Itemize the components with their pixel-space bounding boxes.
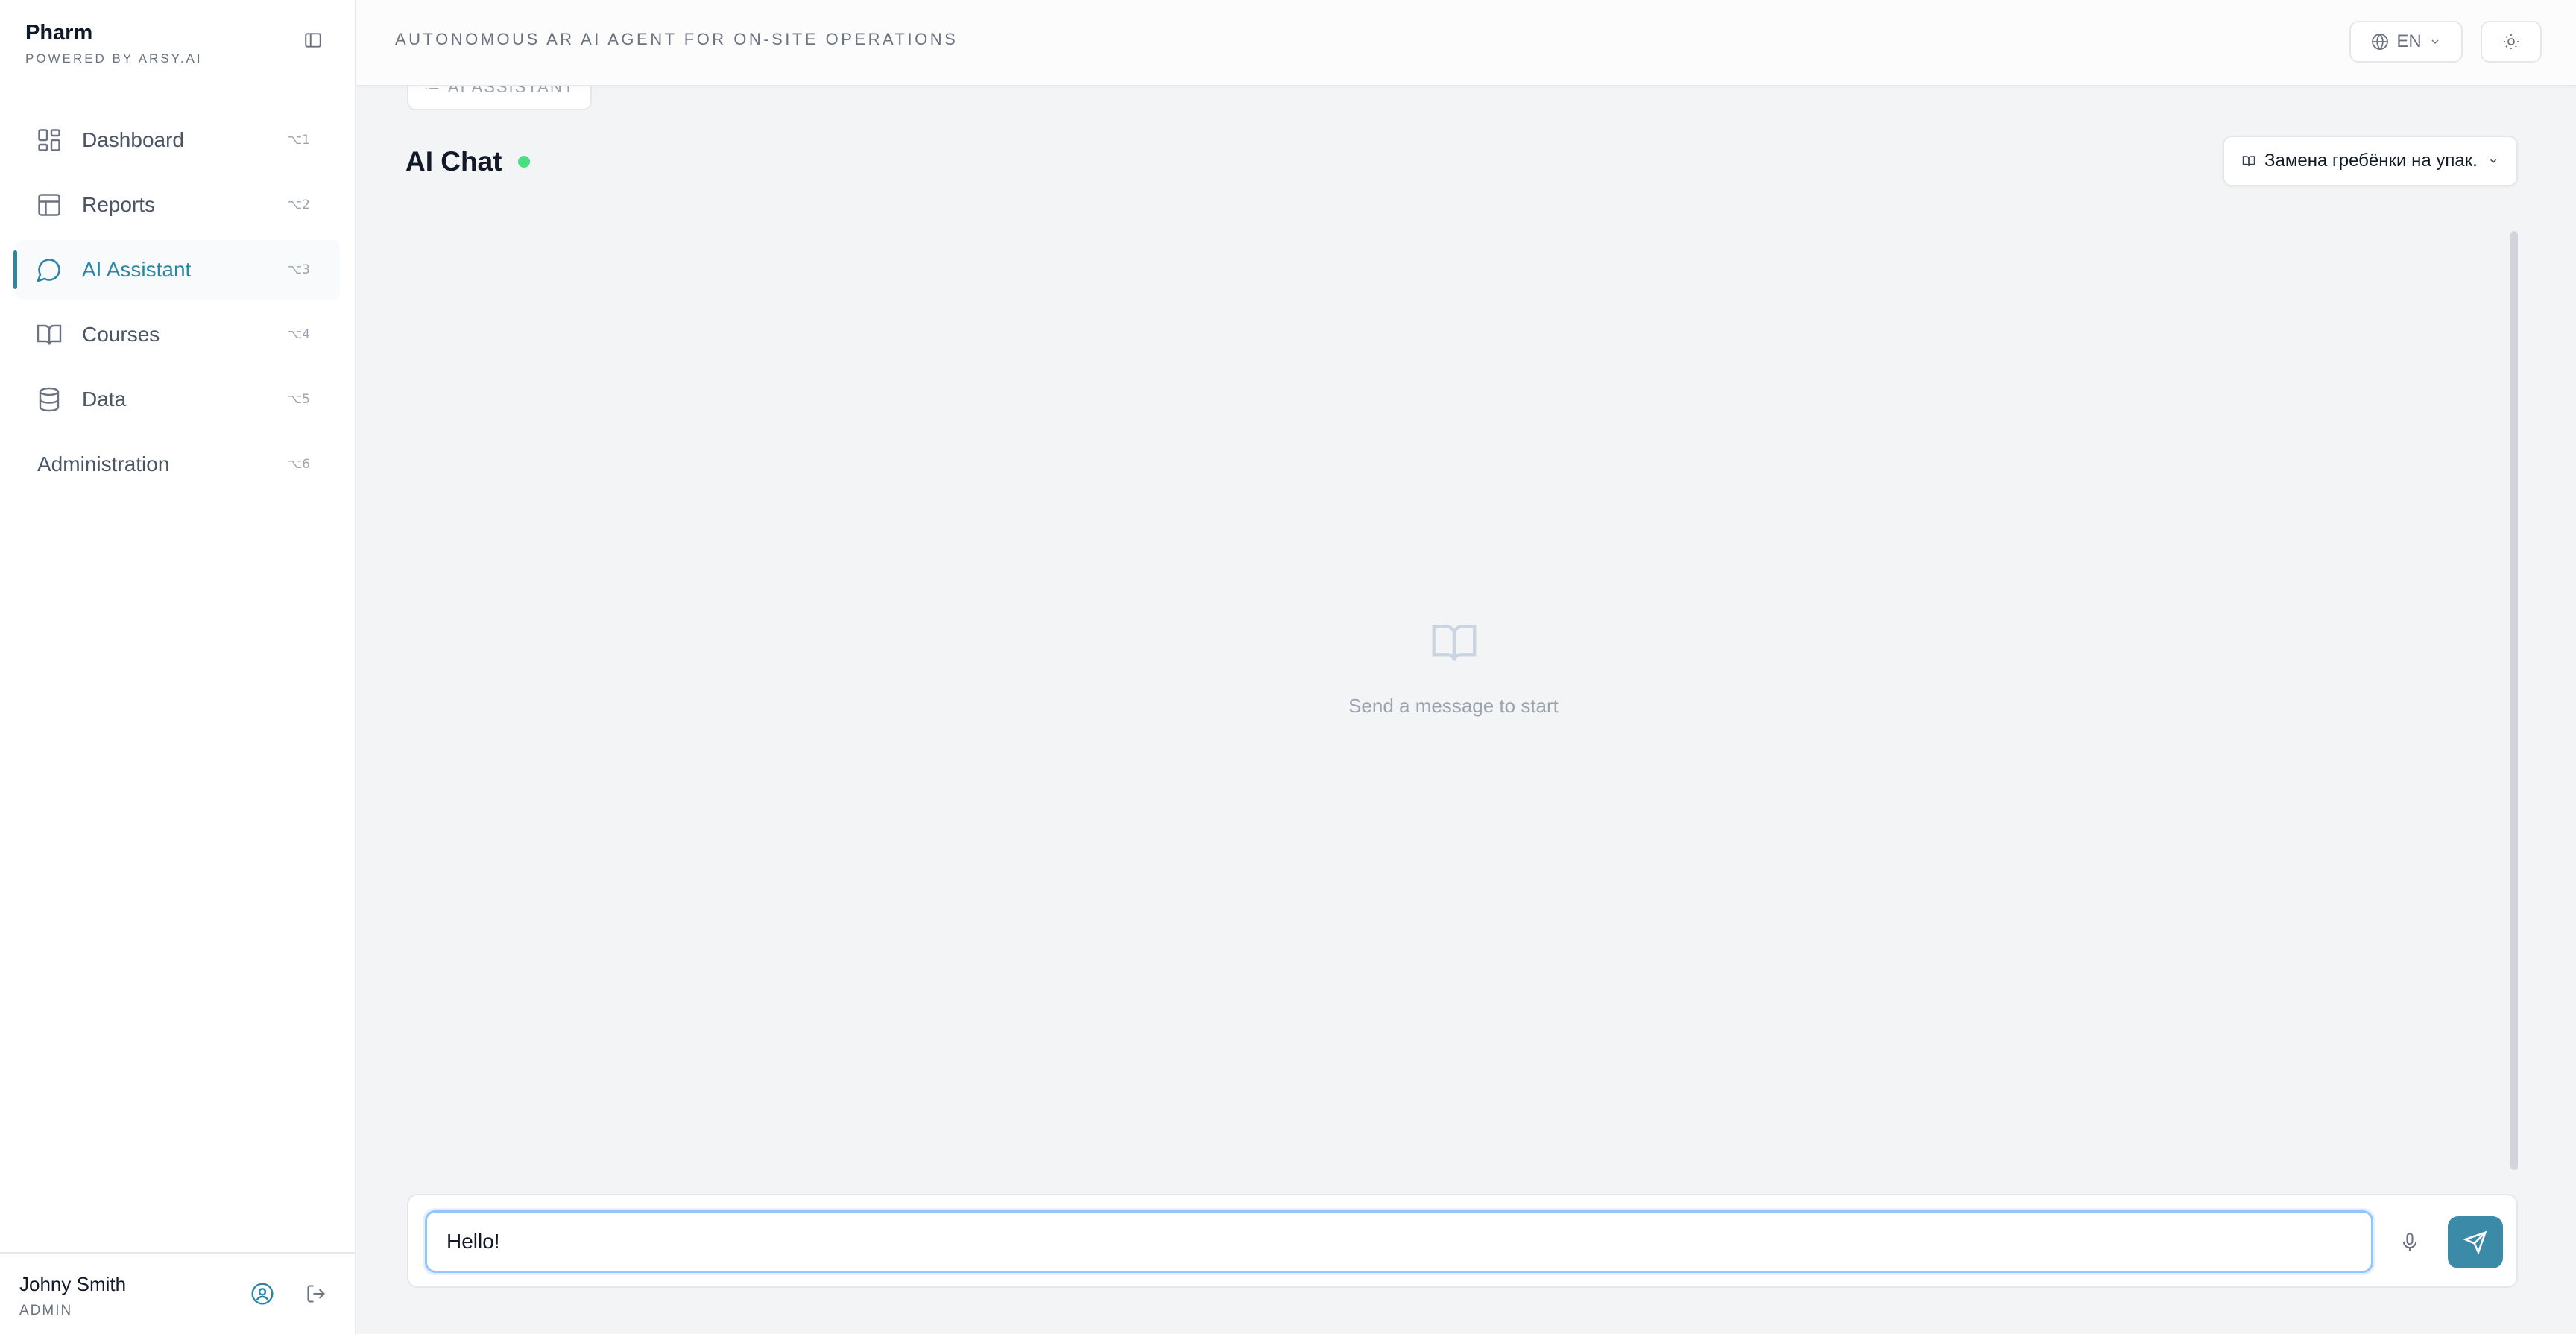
microphone-button[interactable] xyxy=(2393,1225,2427,1259)
send-icon xyxy=(2463,1230,2487,1254)
language-selector[interactable]: EN xyxy=(2349,21,2463,63)
microphone-icon xyxy=(2402,1233,2417,1251)
shortcut-hint: ⌥6 xyxy=(287,457,310,472)
app-tagline: AUTONOMOUS AR AI AGENT FOR ON-SITE OPERA… xyxy=(395,30,959,48)
sidebar-item-data[interactable]: Data ⌥5 xyxy=(15,370,340,429)
sidebar-item-label: Dashboard xyxy=(82,128,184,151)
course-selector-value: Замена гребёнки на упак... xyxy=(2264,151,2479,171)
course-selector[interactable]: Замена гребёнки на упак... xyxy=(2223,136,2518,186)
sidebar-collapse-button[interactable] xyxy=(300,28,326,52)
user-profile-area: Johny Smith ADMIN xyxy=(0,1252,355,1334)
brand-subtitle: POWERED BY ARSY.AI xyxy=(25,51,203,66)
language-label: EN xyxy=(2396,31,2422,51)
sidebar-item-label: Data xyxy=(82,388,127,411)
globe-icon xyxy=(2372,34,2389,51)
book-open-icon xyxy=(2242,156,2255,166)
book-icon xyxy=(37,324,62,345)
user-role: ADMIN xyxy=(19,1303,73,1318)
chevron-down-icon xyxy=(2490,159,2496,163)
sidebar-item-dashboard[interactable]: Dashboard ⌥1 xyxy=(15,110,340,170)
sidebar: Pharm POWERED BY ARSY.AI Dashboard ⌥1 Re… xyxy=(0,0,356,1334)
chat-bubble-icon xyxy=(36,259,60,283)
app-window: Pharm POWERED BY ARSY.AI Dashboard ⌥1 Re… xyxy=(0,0,2576,1334)
logout-icon xyxy=(307,1285,325,1303)
message-input[interactable] xyxy=(425,1210,2373,1273)
panel-left-icon xyxy=(305,33,321,48)
user-circle-icon xyxy=(251,1283,274,1305)
active-indicator xyxy=(13,250,17,289)
theme-toggle-button[interactable] xyxy=(2481,21,2542,63)
dashboard-icon xyxy=(38,129,60,151)
shortcut-hint: ⌥2 xyxy=(287,197,310,212)
chevron-down-icon xyxy=(2431,39,2439,45)
shortcut-hint: ⌥5 xyxy=(287,392,310,407)
book-open-icon xyxy=(1432,625,1477,661)
brand: Pharm POWERED BY ARSY.AI xyxy=(25,21,203,66)
sidebar-item-administration[interactable]: Administration ⌥6 xyxy=(15,434,340,494)
empty-state-message: Send a message to start xyxy=(1348,695,1559,717)
shortcut-hint: ⌥1 xyxy=(287,133,310,148)
sidebar-item-ai-assistant[interactable]: AI Assistant ⌥3 xyxy=(13,240,340,300)
top-bar: AUTONOMOUS AR AI AGENT FOR ON-SITE OPERA… xyxy=(356,0,2576,86)
database-icon xyxy=(39,387,60,412)
chat-scrollbar[interactable] xyxy=(2510,231,2518,1170)
message-composer xyxy=(407,1194,2518,1288)
sun-icon xyxy=(2504,34,2519,49)
sidebar-item-reports[interactable]: Reports ⌥2 xyxy=(15,175,340,235)
profile-button[interactable] xyxy=(247,1279,277,1309)
sidebar-item-label: Courses xyxy=(82,323,160,346)
user-name: Johny Smith xyxy=(19,1273,127,1295)
online-status-dot xyxy=(518,156,530,168)
logout-button[interactable] xyxy=(301,1279,331,1309)
shortcut-hint: ⌥3 xyxy=(287,262,310,277)
shortcut-hint: ⌥4 xyxy=(287,327,310,342)
sidebar-item-label: AI Assistant xyxy=(82,258,192,281)
page-title: AI Chat xyxy=(405,146,502,177)
sidebar-item-label: Administration xyxy=(37,452,170,475)
table-icon xyxy=(38,194,60,216)
brand-name: Pharm xyxy=(25,21,93,45)
sidebar-nav: Dashboard ⌥1 Reports ⌥2 AI Assistant ⌥3 xyxy=(0,110,355,499)
sidebar-item-courses[interactable]: Courses ⌥4 xyxy=(15,305,340,364)
sidebar-item-label: Reports xyxy=(82,193,156,216)
send-button[interactable] xyxy=(2448,1216,2503,1268)
